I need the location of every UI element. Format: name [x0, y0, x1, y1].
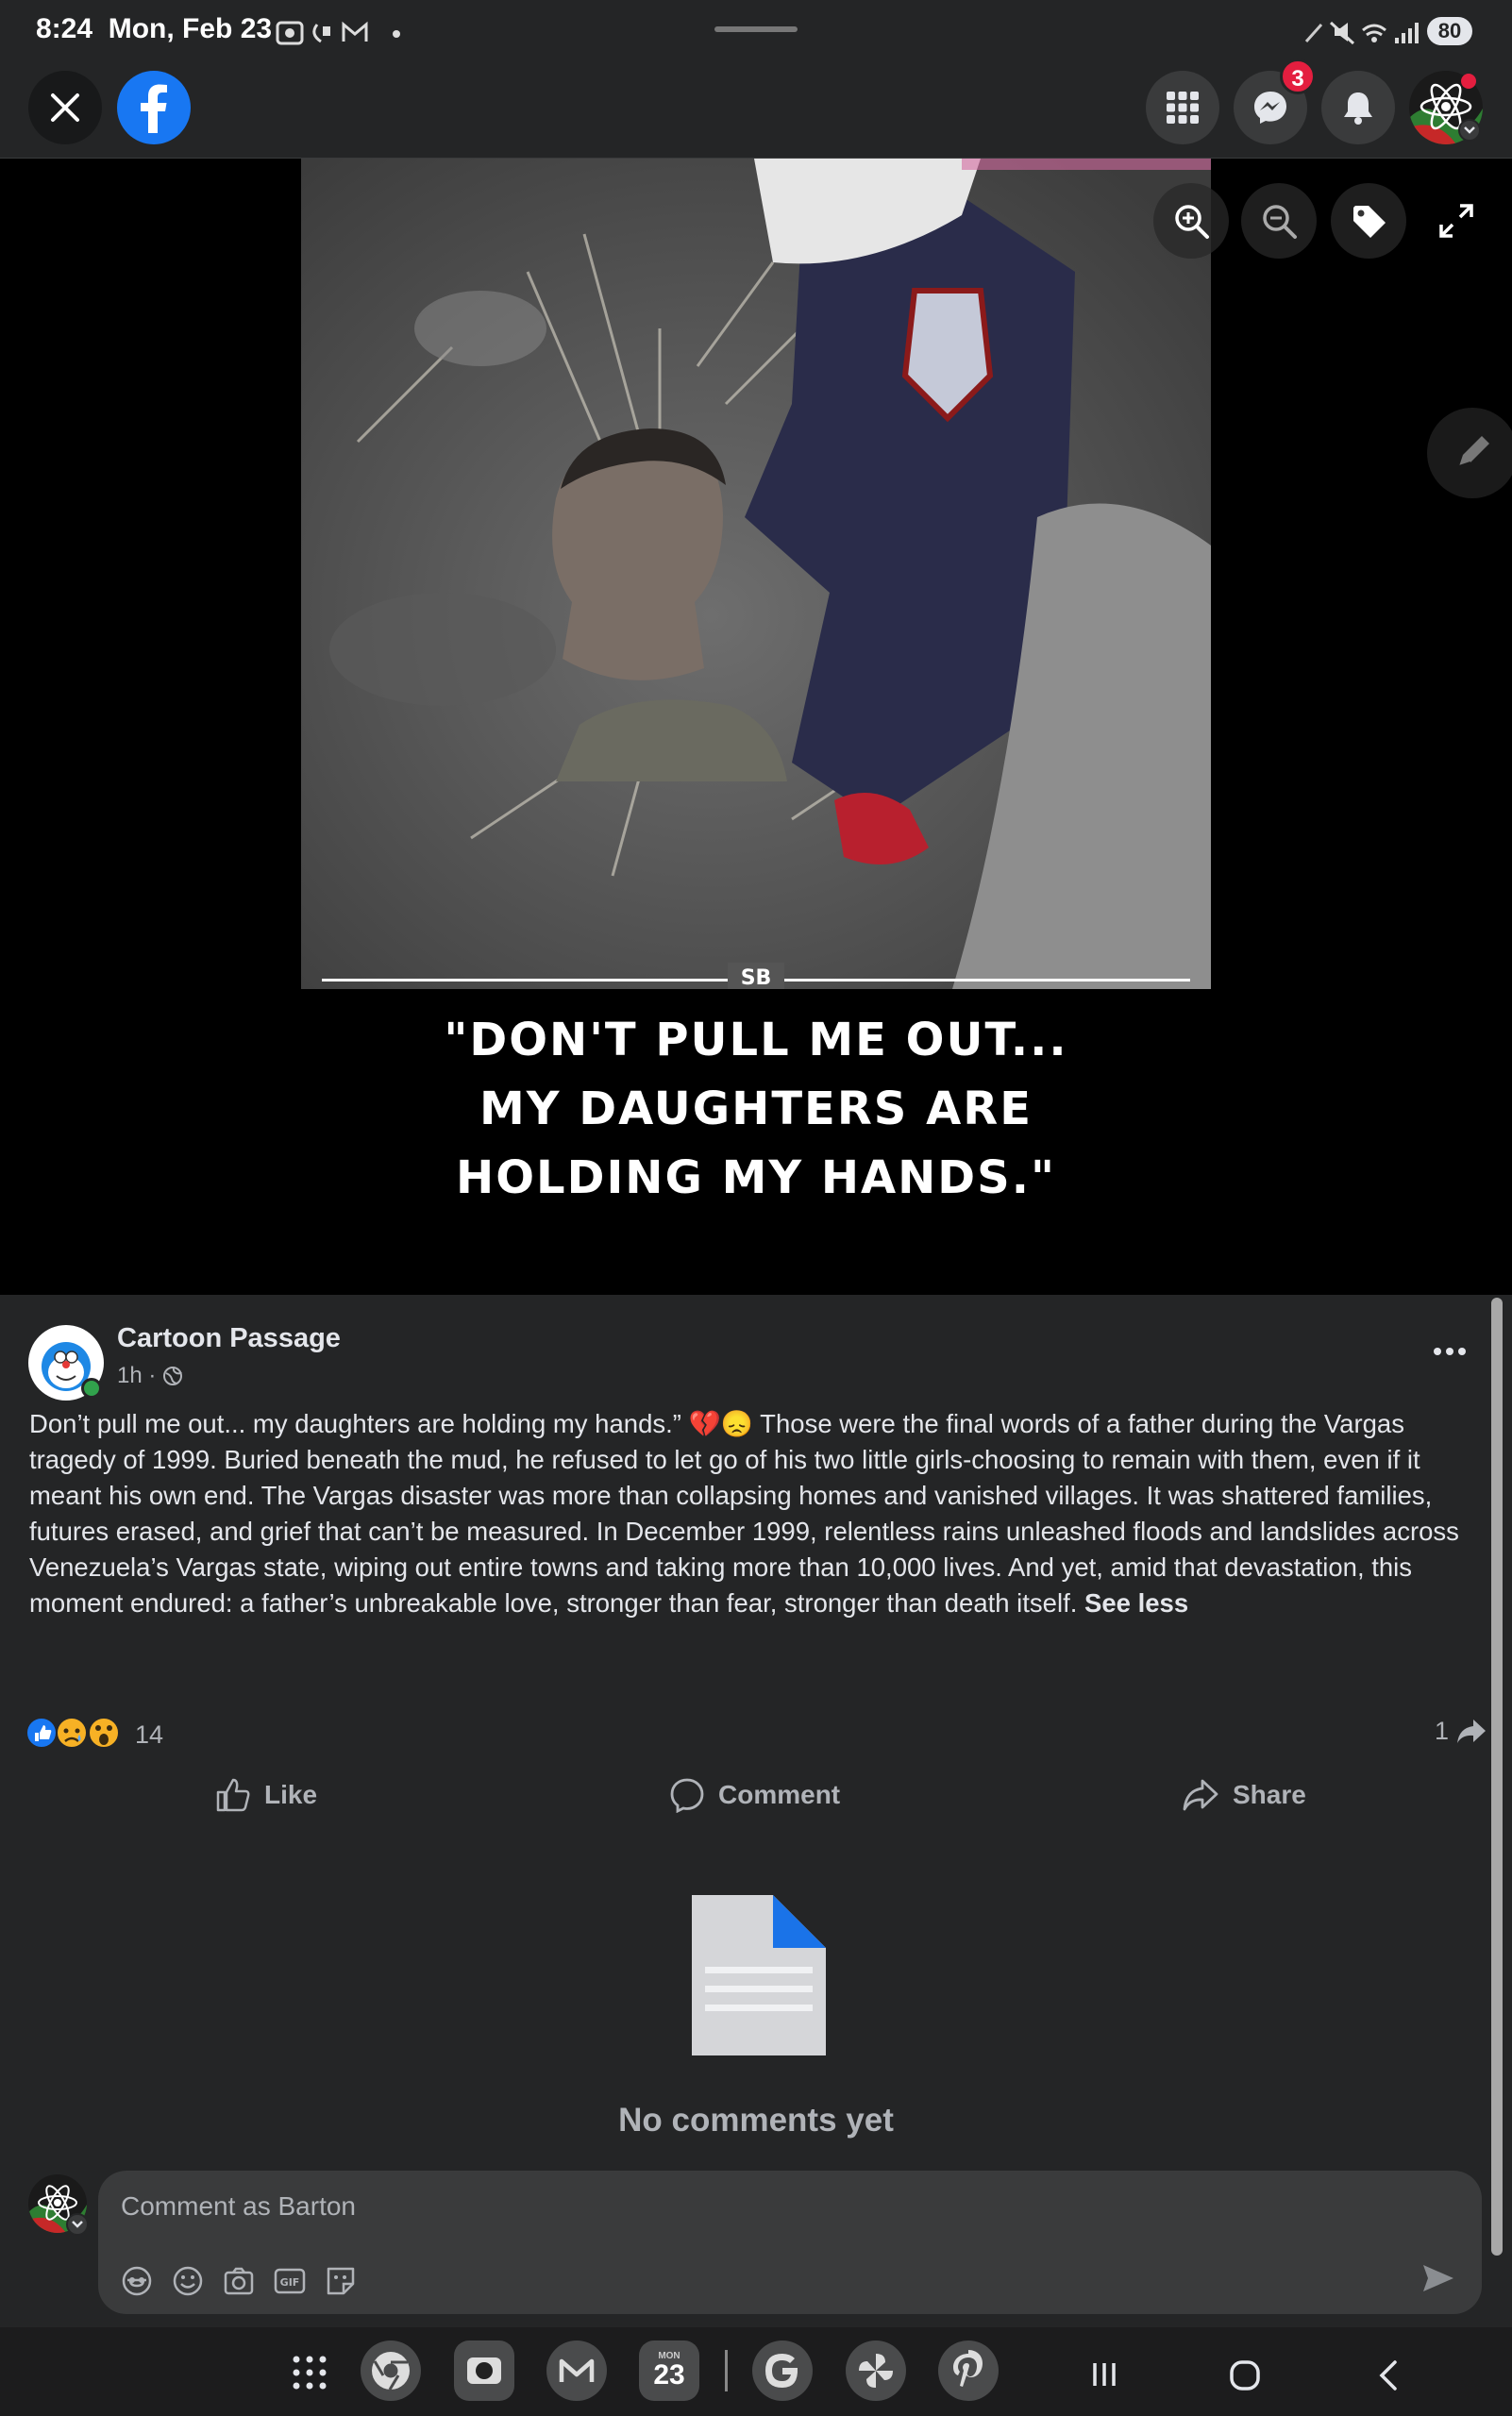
chrome-icon [372, 2352, 410, 2391]
gmail-app[interactable] [546, 2340, 607, 2401]
see-less-link[interactable]: See less [1084, 1588, 1188, 1618]
zoom-out-icon [1263, 205, 1297, 239]
google-app[interactable] [752, 2340, 813, 2401]
pencil-icon [1458, 436, 1489, 467]
comment-button[interactable]: Comment [669, 1767, 840, 1823]
drag-handle[interactable] [714, 26, 798, 32]
pinwheel-icon [859, 2354, 893, 2388]
back-icon[interactable] [1374, 2359, 1403, 2391]
no-comments-label: No comments yet [618, 2102, 894, 2139]
fullscreen-button[interactable] [1419, 183, 1494, 259]
more-options-icon[interactable] [1433, 1346, 1467, 1357]
notifications-button[interactable] [1321, 71, 1395, 144]
gif-icon[interactable]: GIF [274, 2265, 306, 2297]
calendar-day: 23 [653, 2359, 685, 2391]
messenger-icon [1254, 92, 1286, 124]
online-status-dot [81, 1378, 102, 1399]
camera-app-icon [467, 2357, 501, 2384]
author-name[interactable]: Cartoon Passage [117, 1323, 341, 1354]
messenger-badge: 3 [1280, 59, 1316, 94]
camera-app[interactable] [454, 2340, 514, 2401]
emoji-icon[interactable] [172, 2265, 204, 2297]
tag-icon [1353, 206, 1386, 238]
avatar-sticker-icon[interactable] [121, 2265, 153, 2297]
zoom-out-button[interactable] [1241, 183, 1317, 259]
post-meta: 1h · [117, 1363, 183, 1389]
globe-icon [163, 1367, 183, 1385]
caption-line: "DON'T PULL ME OUT... [444, 1014, 1068, 1066]
tag-button[interactable] [1331, 183, 1406, 259]
app-drawer-icon[interactable] [291, 2354, 328, 2391]
bell-icon [1344, 92, 1372, 125]
profile-dropdown[interactable] [1458, 119, 1481, 142]
edit-button[interactable] [1427, 408, 1512, 498]
camera-icon[interactable] [223, 2265, 255, 2297]
zoom-in-button[interactable] [1153, 183, 1229, 259]
comment-bubble-icon [670, 1778, 704, 1813]
post-body: Don’t pull me out... my daughters are ho… [29, 1409, 1459, 1618]
battery-indicator: 80 [1427, 17, 1472, 45]
thumbs-up-icon [216, 1778, 250, 1812]
reaction-count[interactable]: 14 [135, 1720, 163, 1750]
photo-viewer: SB "DON'T PULL ME OUT... MY DAUGHTERS AR… [0, 159, 1512, 1295]
status-system-icons [1304, 21, 1419, 45]
scrollbar[interactable] [1491, 1298, 1503, 2256]
recent-apps-icon[interactable] [1089, 2359, 1119, 2390]
chevron-down-icon [72, 2221, 83, 2228]
calendar-app[interactable]: MON 23 [639, 2340, 699, 2401]
google-icon [765, 2354, 798, 2388]
post-photo[interactable]: SB [301, 159, 1211, 989]
comment-placeholder: Comment as Barton [121, 2191, 356, 2221]
like-button[interactable]: Like [215, 1767, 317, 1823]
rescue-photo-illustration [301, 159, 1211, 989]
facebook-logo[interactable] [117, 71, 191, 144]
share-icon [1183, 1779, 1218, 1811]
expand-icon [1439, 204, 1473, 238]
comment-input[interactable]: Comment as Barton GIF [98, 2171, 1482, 2314]
status-time: 8:24 Mon, Feb 23 [36, 13, 273, 44]
top-bar: 3 [0, 57, 1512, 159]
sticker-icon[interactable] [325, 2265, 357, 2297]
pinterest-app[interactable] [938, 2340, 999, 2401]
post-text: Don’t pull me out... my daughters are ho… [29, 1406, 1483, 1621]
zoom-in-icon [1175, 205, 1209, 239]
reaction-icons[interactable] [25, 1714, 138, 1752]
dock-divider [725, 2350, 728, 2391]
share-button[interactable]: Share [1182, 1767, 1306, 1823]
commenter-profile-switch[interactable] [66, 2213, 89, 2236]
close-button[interactable] [28, 71, 102, 144]
home-icon[interactable] [1229, 2359, 1261, 2391]
pinterest-icon [953, 2350, 983, 2387]
share-count[interactable]: 1 [1435, 1717, 1487, 1746]
status-notification-icons [276, 21, 400, 45]
chevron-down-icon [1464, 126, 1475, 134]
close-icon [51, 93, 79, 122]
caption-line: MY DAUGHTERS ARE [479, 1082, 1033, 1135]
chrome-app[interactable] [361, 2340, 421, 2401]
watermark-logo: SB [728, 963, 784, 989]
menu-button[interactable] [1146, 71, 1219, 144]
gmail-icon [559, 2358, 595, 2382]
share-arrow-icon [1456, 1720, 1486, 1743]
profile-notification-dot [1461, 74, 1476, 89]
empty-document-icon [692, 1895, 826, 2055]
pinwheel-app[interactable] [846, 2340, 906, 2401]
caption-line: HOLDING MY HANDS." [456, 1151, 1056, 1204]
send-icon[interactable] [1420, 2259, 1457, 2297]
status-bar: 8:24 Mon, Feb 23 80 [0, 0, 1512, 57]
reaction-emoji-icons [25, 1717, 120, 1749]
grid-menu-icon [1167, 92, 1199, 124]
svg-text:GIF: GIF [280, 2276, 300, 2289]
facebook-icon [141, 84, 167, 133]
